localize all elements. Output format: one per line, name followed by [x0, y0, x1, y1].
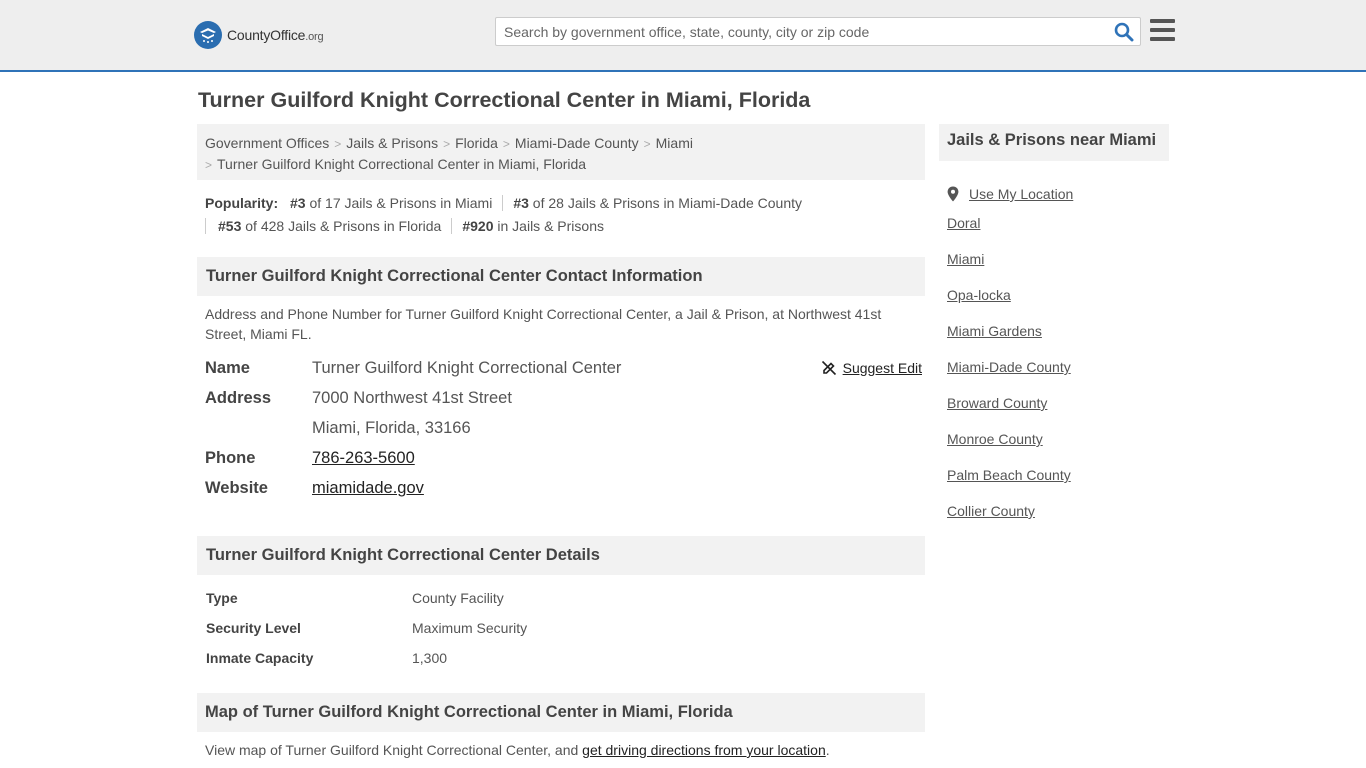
search-icon[interactable] [1114, 22, 1134, 42]
details-heading: Turner Guilford Knight Correctional Cent… [197, 536, 925, 575]
sidebar-heading: Jails & Prisons near Miami [939, 124, 1169, 161]
name-value: Turner Guilford Knight Correctional Cent… [312, 359, 622, 377]
rank-value: #3 [290, 195, 306, 211]
logo-emblem-icon [194, 21, 222, 49]
address-row: Address 7000 Northwest 41st Street [205, 383, 925, 413]
page-title: Turner Guilford Knight Correctional Cent… [198, 88, 811, 112]
top-bar: CountyOffice.org [0, 0, 1366, 72]
address-row-2: Miami, Florida, 33166 [205, 413, 925, 443]
map-pin-icon [947, 186, 959, 202]
driving-directions-link[interactable]: get driving directions from your locatio… [582, 742, 826, 758]
contact-info: Name Turner Guilford Knight Correctional… [205, 353, 925, 503]
popularity-label: Popularity: [205, 195, 279, 211]
rank-value: #920 [462, 218, 494, 234]
hamburger-menu-icon[interactable] [1150, 19, 1175, 41]
detail-row-capacity: Inmate Capacity 1,300 [206, 645, 906, 675]
use-my-location-link[interactable]: Use My Location [969, 183, 1073, 205]
divider [502, 195, 504, 211]
detail-label: Security Level [206, 620, 301, 636]
name-label: Name [205, 359, 250, 377]
use-location-item: Use My Location [947, 176, 1167, 212]
suggest-edit-link[interactable]: Suggest Edit [821, 353, 922, 383]
popularity-rank-city: #3 of 17 Jails & Prisons in Miami [290, 192, 492, 215]
detail-value: 1,300 [412, 650, 448, 666]
logo-tld: .org [305, 31, 324, 43]
detail-row-security: Security Level Maximum Security [206, 615, 906, 645]
detail-label: Type [206, 590, 238, 606]
details-table: Type County Facility Security Level Maxi… [206, 585, 906, 675]
detail-value: Maximum Security [412, 620, 528, 636]
sidebar-link-palm-beach-county[interactable]: Palm Beach County [947, 467, 1071, 483]
sidebar-link-opa-locka[interactable]: Opa-locka [947, 287, 1011, 303]
breadcrumb-current: Turner Guilford Knight Correctional Cent… [217, 156, 587, 172]
breadcrumb-jails-prisons[interactable]: Jails & Prisons [346, 135, 438, 151]
phone-row: Phone 786-263-5600 [205, 443, 925, 473]
website-label: Website [205, 479, 268, 497]
rank-text: of 428 Jails & Prisons in Florida [241, 218, 442, 234]
edit-off-icon [821, 360, 836, 376]
address-label: Address [205, 389, 272, 407]
rank-text: of 17 Jails & Prisons in Miami [305, 195, 493, 211]
detail-value: County Facility [412, 590, 504, 606]
sidebar-link-collier-county[interactable]: Collier County [947, 503, 1035, 519]
breadcrumb-separator-icon: > [502, 137, 510, 151]
breadcrumb-separator-icon: > [443, 137, 451, 151]
breadcrumb-government-offices[interactable]: Government Offices [205, 135, 329, 151]
address-line1: 7000 Northwest 41st Street [312, 389, 512, 407]
logo-text: CountyOffice.org [227, 27, 324, 43]
website-row: Website miamidade.gov [205, 473, 925, 503]
contact-description: Address and Phone Number for Turner Guil… [205, 306, 882, 342]
breadcrumb: Government Offices > Jails & Prisons > Flori… [197, 124, 925, 180]
phone-label: Phone [205, 449, 256, 467]
rank-text: in Jails & Prisons [493, 218, 604, 234]
contact-heading: Turner Guilford Knight Correctional Cent… [197, 257, 925, 296]
breadcrumb-miami[interactable]: Miami [656, 135, 693, 151]
popularity-rank-state: #53 of 428 Jails & Prisons in Florida [218, 215, 441, 238]
popularity-rank-national: #920 in Jails & Prisons [462, 215, 604, 238]
site-logo[interactable]: CountyOffice.org [194, 20, 324, 50]
breadcrumb-miami-dade-county[interactable]: Miami-Dade County [515, 135, 639, 151]
rank-text: of 28 Jails & Prisons in Miami-Dade Coun… [528, 195, 803, 211]
sidebar-link-monroe-county[interactable]: Monroe County [947, 431, 1043, 447]
search-input[interactable] [496, 18, 1096, 45]
detail-label: Inmate Capacity [206, 650, 314, 666]
website-link[interactable]: miamidade.gov [312, 479, 424, 497]
sidebar-link-doral[interactable]: Doral [947, 215, 980, 231]
phone-link[interactable]: 786-263-5600 [312, 449, 415, 467]
popularity-stats: Popularity: #3 of 17 Jails & Prisons in … [205, 192, 925, 238]
sidebar-list: Use My Location Doral Miami Opa-locka Mi… [947, 176, 1167, 536]
sidebar-link-miami-gardens[interactable]: Miami Gardens [947, 323, 1042, 339]
logo-name: CountyOffice [227, 27, 306, 43]
breadcrumb-separator-icon: > [643, 137, 651, 151]
map-heading: Map of Turner Guilford Knight Correction… [197, 693, 925, 732]
sidebar-link-miami[interactable]: Miami [947, 251, 984, 267]
breadcrumb-separator-icon: > [205, 158, 213, 172]
map-text-end: . [825, 742, 830, 758]
map-text: View map of Turner Guilford Knight Corre… [205, 742, 583, 758]
suggest-edit-text[interactable]: Suggest Edit [843, 353, 922, 383]
sidebar-link-broward-county[interactable]: Broward County [947, 395, 1047, 411]
popularity-rank-county: #3 of 28 Jails & Prisons in Miami-Dade C… [513, 192, 802, 215]
divider [451, 218, 453, 234]
rank-value: #3 [513, 195, 529, 211]
address-line2: Miami, Florida, 33166 [312, 419, 471, 437]
divider [205, 218, 206, 234]
search-box [495, 17, 1141, 46]
breadcrumb-florida[interactable]: Florida [455, 135, 498, 151]
rank-value: #53 [218, 218, 242, 234]
name-row: Name Turner Guilford Knight Correctional… [205, 353, 925, 383]
breadcrumb-separator-icon: > [334, 137, 342, 151]
sidebar-link-miami-dade-county[interactable]: Miami-Dade County [947, 359, 1071, 375]
map-description: View map of Turner Guilford Knight Corre… [205, 740, 925, 760]
detail-row-type: Type County Facility [206, 585, 906, 615]
